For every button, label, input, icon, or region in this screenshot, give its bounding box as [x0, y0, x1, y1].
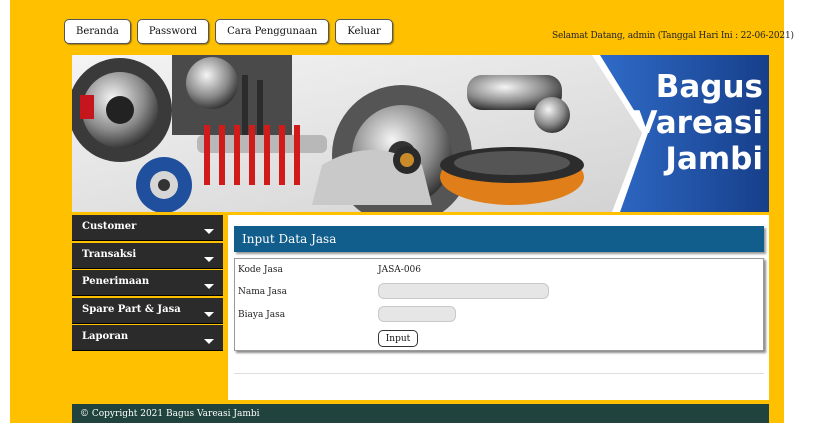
sidebar-item-transaksi[interactable]: Transaksi — [72, 242, 223, 269]
main-content: Input Data Jasa Kode Jasa JASA-006 Nama … — [228, 215, 769, 400]
sidebar-item-customer[interactable]: Customer — [72, 215, 223, 241]
chevron-down-icon — [204, 339, 214, 344]
sidebar-item-label: Laporan — [82, 331, 129, 342]
input-jasa-form: Kode Jasa JASA-006 Nama Jasa Biaya Jasa … — [234, 258, 764, 351]
sidebar-item-label: Transaksi — [82, 248, 137, 260]
nav-beranda-button[interactable]: Beranda — [64, 19, 131, 44]
nama-jasa-input[interactable] — [378, 283, 549, 299]
brand-title-line1: Bagus — [655, 69, 763, 105]
sidebar-menu: Customer Transaksi Penerimaan Spare Part… — [72, 215, 223, 353]
nav-password-button[interactable]: Password — [136, 19, 210, 44]
sidebar-item-laporan[interactable]: Laporan — [72, 325, 223, 351]
sidebar-item-label: Spare Part & Jasa — [82, 303, 181, 315]
header-banner: Bagus Vareasi Jambi — [72, 55, 769, 212]
nama-jasa-label: Nama Jasa — [238, 287, 287, 297]
nav-cara-penggunaan-button[interactable]: Cara Penggunaan — [215, 19, 330, 44]
nav-keluar-button[interactable]: Keluar — [335, 19, 393, 44]
chevron-down-icon — [204, 256, 214, 262]
brand-title: Bagus Vareasi Jambi — [623, 69, 763, 177]
welcome-text: Selamat Datang, admin (Tanggal Hari Ini … — [552, 31, 794, 41]
chevron-down-icon — [204, 229, 214, 234]
biaya-jasa-label: Biaya Jasa — [238, 310, 286, 320]
biaya-jasa-input[interactable] — [378, 306, 456, 322]
top-navigation: Beranda Password Cara Penggunaan Keluar — [64, 19, 393, 45]
footer-copyright: © Copyright 2021 Bagus Vareasi Jambi — [72, 404, 769, 423]
brand-title-line3: Jambi — [665, 141, 763, 177]
sidebar-item-label: Penerimaan — [82, 276, 150, 287]
brand-title-line2: Vareasi — [633, 105, 763, 141]
kode-jasa-value: JASA-006 — [378, 265, 421, 275]
sidebar-item-penerimaan[interactable]: Penerimaan — [72, 270, 223, 296]
chevron-down-icon — [204, 311, 214, 317]
sidebar-item-label: Customer — [82, 221, 137, 232]
divider — [234, 373, 764, 374]
input-submit-button[interactable]: Input — [378, 330, 418, 347]
chevron-down-icon — [204, 284, 214, 289]
page-title: Input Data Jasa — [234, 226, 764, 252]
kode-jasa-label: Kode Jasa — [238, 265, 283, 275]
sidebar-item-spare-part-jasa[interactable]: Spare Part & Jasa — [72, 297, 223, 324]
